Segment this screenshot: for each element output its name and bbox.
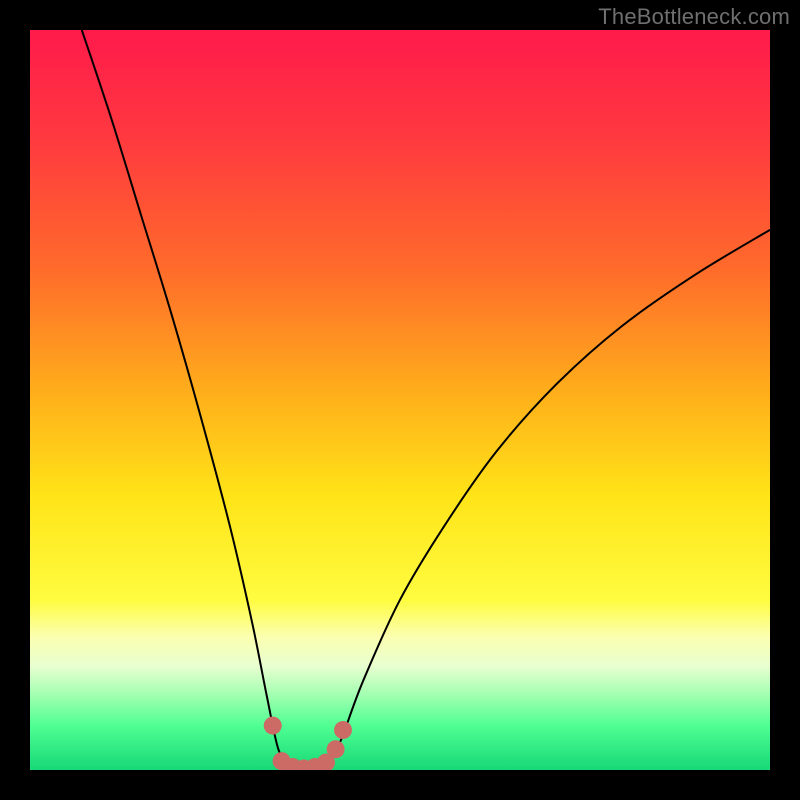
marker-dot [334,721,352,739]
watermark-text: TheBottleneck.com [598,4,790,30]
optimal-band-markers [264,717,352,770]
plot-area [30,30,770,770]
marker-layer [30,30,770,770]
chart-frame: TheBottleneck.com [0,0,800,800]
marker-dot [327,740,345,758]
marker-dot [264,717,282,735]
